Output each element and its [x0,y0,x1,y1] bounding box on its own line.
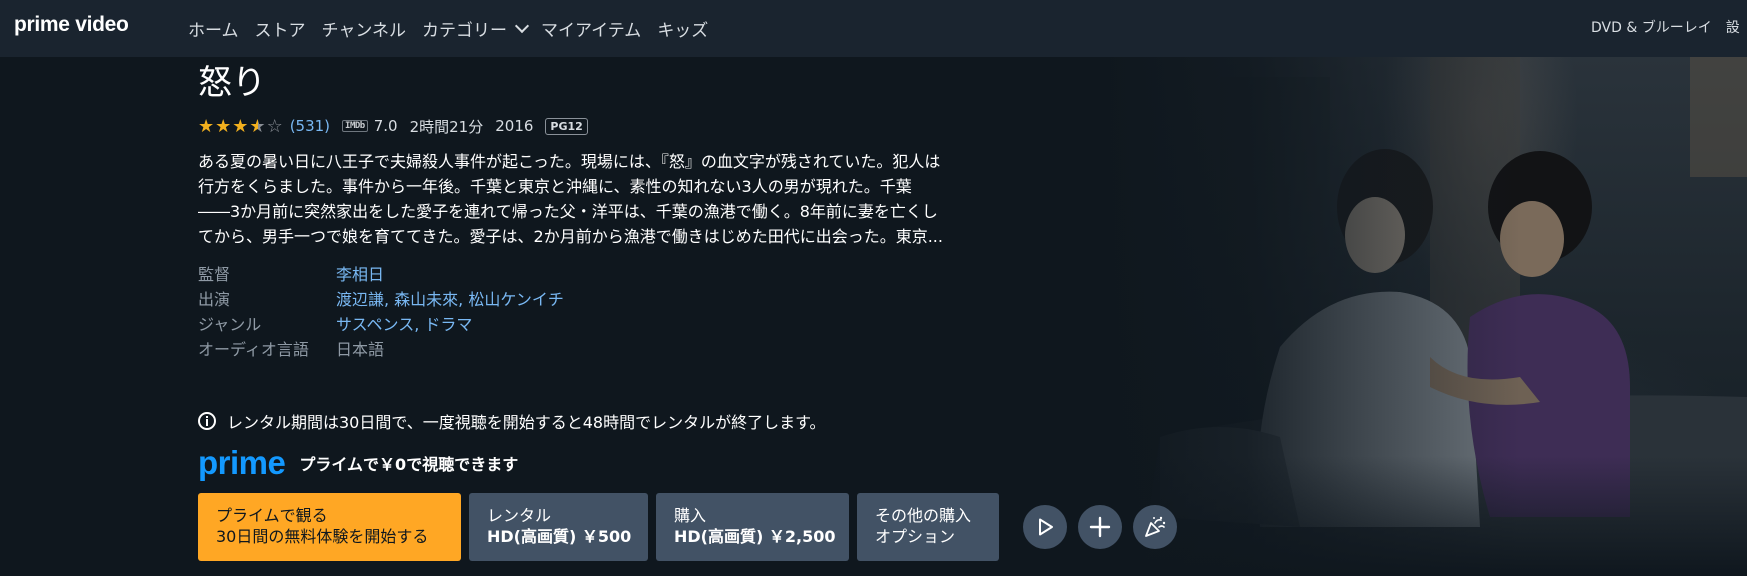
detail-label: ジャンル [198,315,262,334]
synopsis-line: てから、男手一つで娘を育ててきた。愛子は、2か月前から漁港で働きはじめた田代に出… [198,227,943,246]
hero-image [1100,57,1747,576]
detail-label: オーディオ言語 [198,340,309,359]
director-link[interactable]: 李相日 [336,262,384,287]
button-line: 購入 [674,506,707,525]
prime-message: プライムで￥0で視聴できます [299,455,519,474]
plus-icon [1089,516,1111,538]
watch-with-prime-button[interactable]: プライムで観る 30日間の無料体験を開始する [198,493,461,561]
star-icon: ★ [198,115,216,137]
nav-item-categories[interactable]: カテゴリー [422,16,541,41]
nav-item-channels[interactable]: チャンネル [322,16,407,41]
imdb-logo: IMDb [342,120,368,132]
nav-menu: ホーム ストア チャンネル カテゴリー マイアイテム キッズ [188,0,724,57]
star-empty-icon: ☆ [266,115,284,137]
release-year: 2016 [495,117,534,135]
buy-button[interactable]: 購入 HD(高画質) ￥2,500 [656,493,849,561]
nav-item-my-items[interactable]: マイアイテム [541,16,641,41]
button-price: HD(高画質) ￥2,500 [674,527,836,546]
rental-notice: レンタル期間は30日間で、一度視聴を開始すると48時間でレンタルが終了します。 [198,409,825,433]
detail-row-director: 監督 李相日 [198,262,564,287]
star-rating[interactable]: ★★★★☆ [198,116,284,137]
prime-logo: prime [198,444,286,481]
nav-item-dvd-bluray[interactable]: DVD & ブルーレイ 設 [1591,17,1740,37]
imdb-score: 7.0 [373,117,398,135]
chevron-down-icon [514,18,530,33]
runtime: 2時間21分 [409,117,484,136]
nav-item-categories-label: カテゴリー [422,21,507,41]
star-icon: ★ [232,115,250,137]
nav-item-store[interactable]: ストア [255,16,306,41]
nav-item-kids[interactable]: キッズ [657,16,708,41]
prime-video-logo[interactable]: prime video [14,13,129,37]
button-line: その他の購入 [875,506,972,525]
rental-notice-text: レンタル期間は30日間で、一度視聴を開始すると48時間でレンタルが終了します。 [227,413,826,432]
rent-button[interactable]: レンタル HD(高画質) ￥500 [469,493,648,561]
watch-party-button[interactable] [1133,505,1177,549]
detail-label: 出演 [198,290,231,309]
prime-availability: prime プライムで￥0で視聴できます [198,446,518,480]
synopsis-line: ある夏の暑い日に八王子で夫婦殺人事件が起こった。現場には、『怒』の血文字が残され… [198,152,941,171]
detail-row-cast: 出演 渡辺謙, 森山未來, 松山ケンイチ [198,287,564,312]
detail-page: prime video ホーム ストア チャンネル カテゴリー マイアイテム キ… [0,0,1747,576]
play-icon [1039,518,1053,536]
watch-party-icon [1145,516,1166,537]
synopsis-line: 行方をくらました。事件から一年後。千葉と東京と沖縄に、素性の知れない3人の男が現… [198,177,912,196]
other-purchase-options-button[interactable]: その他の購入 オプション [857,493,999,561]
button-line: プライムで観る [216,506,328,525]
meta-row: ★★★★☆ (531) IMDb 7.0 2時間21分 2016 PG12 [198,115,588,137]
detail-row-genre: ジャンル サスペンス, ドラマ [198,312,564,337]
button-line: オプション [875,527,956,546]
rating-count[interactable]: (531) [290,117,330,135]
add-to-watchlist-button[interactable] [1078,505,1122,549]
info-icon [198,412,216,430]
age-rating-badge: PG12 [545,117,588,135]
synopsis[interactable]: ある夏の暑い日に八王子で夫婦殺人事件が起こった。現場には、『怒』の血文字が残され… [198,149,998,249]
star-icon: ★ [215,115,233,137]
cast-links[interactable]: 渡辺謙, 森山未來, 松山ケンイチ [336,287,564,312]
detail-label: 監督 [198,265,231,284]
trailer-play-button[interactable] [1023,505,1067,549]
page-title: 怒り [198,63,266,103]
synopsis-line: ――3か月前に突然家出をした愛子を連れて帰った父・洋平は、千葉の漁港で働く。8年… [198,202,938,221]
hero-gradient-bottom [1100,456,1747,576]
top-navigation: prime video ホーム ストア チャンネル カテゴリー マイアイテム キ… [0,0,1747,57]
star-half-icon: ★ [249,115,267,137]
button-price: HD(高画質) ￥500 [487,527,632,546]
genre-links[interactable]: サスペンス, ドラマ [336,312,472,337]
audio-language: 日本語 [336,340,385,359]
button-line: レンタル [487,506,552,525]
detail-row-audio: オーディオ言語 日本語 [198,337,564,362]
nav-item-home[interactable]: ホーム [188,16,239,41]
button-line: 30日間の無料体験を開始する [216,527,429,546]
details-list: 監督 李相日 出演 渡辺謙, 森山未來, 松山ケンイチ ジャンル サスペンス, … [198,262,564,362]
